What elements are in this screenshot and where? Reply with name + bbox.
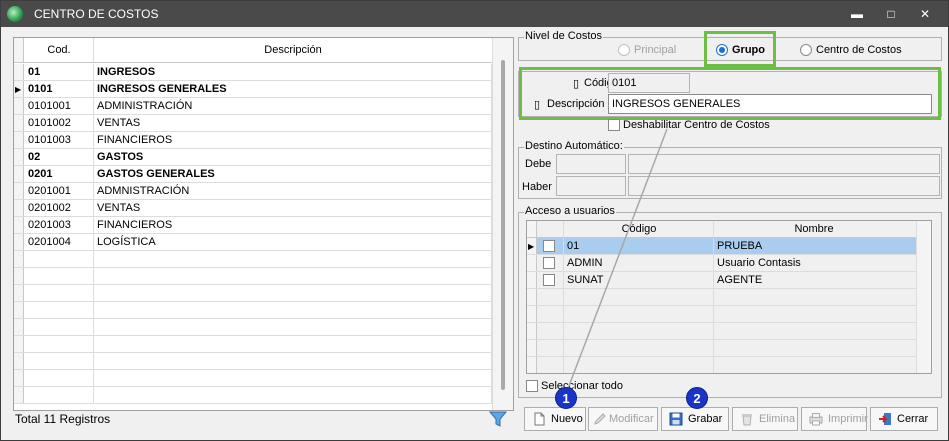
annotation-line [566,128,668,392]
centro-de-costos-window: CENTRO DE COSTOS ▬ □ ✕ Cod. Descripción … [0,0,949,441]
annotation-arrow [566,128,668,392]
annotation-badge-2: 2 [686,387,708,409]
annotation-badge-1: 1 [555,387,577,409]
